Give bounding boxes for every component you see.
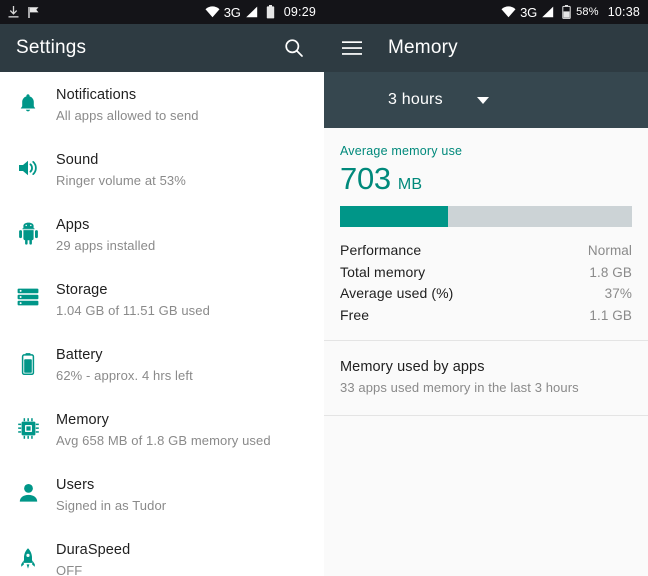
sidebar-item-storage[interactable]: Storage 1.04 GB of 11.51 GB used [0, 269, 324, 334]
sidebar-item-title: Battery [56, 347, 103, 363]
android-icon [0, 216, 56, 245]
battery-icon [266, 5, 275, 19]
battery-icon [562, 5, 571, 19]
stat-key: Average used (%) [340, 285, 454, 301]
sidebar-item-subtitle: Avg 658 MB of 1.8 GB memory used [56, 433, 271, 448]
memory-toolbar: Memory [324, 24, 648, 72]
stat-row-performance: Performance Normal [340, 240, 632, 262]
sidebar-item-subtitle: Signed in as Tudor [56, 498, 167, 513]
dual-screenshot-composite: 3G 09:29 Settings Notifications All apps… [0, 0, 648, 576]
left-status-bar: 3G 09:29 [0, 0, 324, 24]
sidebar-item-users[interactable]: Users Signed in as Tudor [0, 464, 324, 529]
network-type-label: 3G [223, 4, 241, 20]
period-selector[interactable]: 3 hours [324, 72, 648, 128]
memory-usage-bar [340, 206, 632, 227]
status-left-icons [8, 5, 42, 19]
memory-usage-bar-fill [340, 206, 449, 227]
average-memory-number: 703 [340, 161, 391, 196]
clock-label: 10:38 [607, 5, 640, 19]
sidebar-item-subtitle: OFF [56, 563, 83, 576]
sidebar-item-title: Storage [56, 282, 108, 298]
wifi-icon [501, 6, 516, 18]
stat-key: Total memory [340, 263, 426, 280]
speaker-icon [0, 151, 56, 179]
sidebar-item-subtitle: 62% - approx. 4 hrs left [56, 368, 193, 383]
network-type-label: 3G [520, 4, 538, 20]
status-right-icons: 3G 09:29 [205, 5, 316, 20]
sidebar-item-subtitle: 1.04 GB of 11.51 GB used [56, 303, 210, 318]
wifi-icon [205, 6, 220, 18]
stat-row-free: Free 1.1 GB [340, 305, 632, 327]
sidebar-item-title: Sound [56, 152, 99, 168]
clock-label: 09:29 [283, 5, 316, 19]
memory-content: 3 hours Average memory use 703 MB Perfor… [324, 72, 648, 576]
search-icon[interactable] [280, 34, 308, 62]
sidebar-item-battery[interactable]: Battery 62% - approx. 4 hrs left [0, 334, 324, 399]
sidebar-item-title: Users [56, 477, 95, 493]
stat-row-average-used: Average used (%) 37% [340, 283, 632, 305]
status-right-icons: 3G 58% 10:38 [501, 5, 640, 20]
stat-key: Free [340, 306, 370, 323]
sidebar-item-title: Memory [56, 412, 109, 428]
page-title: Settings [16, 37, 87, 58]
chevron-down-icon [476, 96, 489, 104]
memory-used-by-apps-row[interactable]: Memory used by apps 33 apps used memory … [324, 341, 648, 415]
sidebar-item-notifications[interactable]: Notifications All apps allowed to send [0, 74, 324, 139]
sidebar-item-text: Sound Ringer volume at 53% [56, 151, 186, 190]
sidebar-item-text: DuraSpeed OFF [56, 541, 130, 576]
average-memory-unit: MB [397, 176, 423, 193]
sidebar-item-duraspeed[interactable]: DuraSpeed OFF [0, 529, 324, 576]
person-icon [0, 476, 56, 504]
sidebar-item-text: Storage 1.04 GB of 11.51 GB used [56, 281, 210, 320]
sidebar-item-subtitle: All apps allowed to send [56, 108, 199, 123]
battery-percent-label: 58% [576, 6, 599, 18]
sidebar-item-text: Users Signed in as Tudor [56, 476, 166, 515]
settings-toolbar: Settings [0, 24, 324, 72]
sidebar-item-text: Battery 62% - approx. 4 hrs left [56, 346, 193, 385]
average-memory-card: Average memory use 703 MB Performance No… [324, 128, 648, 340]
memory-chip-icon [0, 411, 56, 440]
memory-stats-list: Performance Normal Total memory 1.8 GB A… [340, 240, 632, 326]
period-selector-label: 3 hours [388, 91, 443, 108]
average-memory-value: 703 MB [340, 161, 632, 197]
hamburger-menu-icon[interactable] [338, 34, 366, 62]
rocket-icon [0, 541, 56, 572]
flag-icon [28, 6, 42, 19]
settings-list: Notifications All apps allowed to send S… [0, 72, 324, 576]
signal-icon [541, 6, 554, 18]
sidebar-item-title: Apps [56, 217, 90, 233]
right-screen-memory: 3G 58% 10:38 Memory 3 hours Average memo… [324, 0, 648, 576]
stat-value: 37% [604, 286, 632, 301]
memory-used-by-apps-title: Memory used by apps [340, 359, 485, 375]
left-screen-settings: 3G 09:29 Settings Notifications All apps… [0, 0, 324, 576]
stat-value: 1.8 GB [589, 264, 632, 280]
bell-icon [0, 86, 56, 115]
download-icon [8, 5, 19, 19]
page-title: Memory [388, 37, 458, 58]
battery-icon [0, 346, 56, 376]
sidebar-item-title: DuraSpeed [56, 542, 131, 558]
sidebar-item-sound[interactable]: Sound Ringer volume at 53% [0, 139, 324, 204]
sidebar-item-subtitle: Ringer volume at 53% [56, 173, 186, 188]
right-status-bar: 3G 58% 10:38 [324, 0, 648, 24]
memory-used-by-apps-subtitle: 33 apps used memory in the last 3 hours [340, 380, 579, 395]
stat-row-total-memory: Total memory 1.8 GB [340, 262, 632, 284]
stat-value: Normal [587, 243, 632, 258]
sidebar-item-text: Apps 29 apps installed [56, 216, 155, 255]
signal-icon [245, 6, 258, 18]
sidebar-item-memory[interactable]: Memory Avg 658 MB of 1.8 GB memory used [0, 399, 324, 464]
sidebar-item-text: Notifications All apps allowed to send [56, 86, 199, 125]
empty-area [324, 416, 648, 576]
sidebar-item-title: Notifications [56, 87, 137, 103]
stat-key: Performance [340, 242, 422, 258]
average-memory-label: Average memory use [340, 144, 463, 158]
sidebar-item-subtitle: 29 apps installed [56, 238, 156, 253]
stat-value: 1.1 GB [589, 307, 632, 323]
sidebar-item-apps[interactable]: Apps 29 apps installed [0, 204, 324, 269]
sidebar-item-text: Memory Avg 658 MB of 1.8 GB memory used [56, 411, 271, 450]
storage-icon [0, 281, 56, 307]
